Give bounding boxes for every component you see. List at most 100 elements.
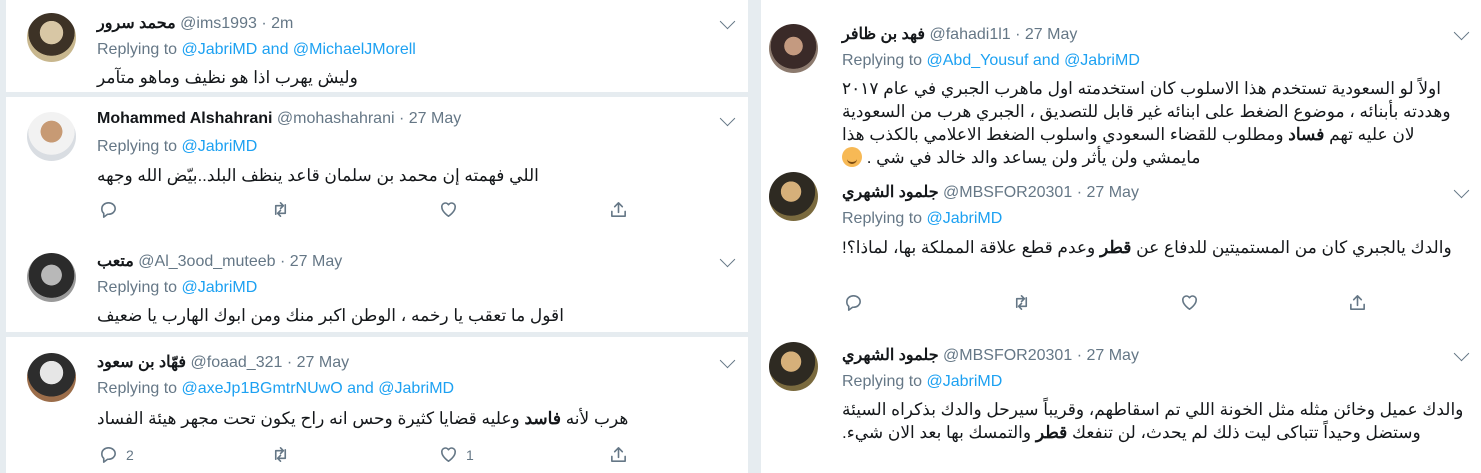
chevron-down-icon[interactable]	[1453, 182, 1470, 199]
replying-to-label: Replying to	[97, 138, 178, 155]
chevron-down-icon[interactable]	[719, 110, 736, 127]
retweet-action[interactable]	[271, 200, 290, 219]
tweet-card[interactable]: فهّاد بن سعود @foaad_321 · 27 May Replyi…	[6, 337, 748, 473]
chevron-down-icon[interactable]	[719, 352, 736, 369]
mention-link[interactable]: @Abd_Yousuf	[927, 52, 1029, 69]
tweet-card[interactable]: محمد سرور @ims1993 · 2m Replying to @Jab…	[6, 0, 748, 92]
replying-to: Replying to @JabriMD	[842, 210, 1002, 228]
tweet-header: Mohammed Alshahrani @mohashahrani · 27 M…	[97, 110, 461, 128]
text-segment: وعدم قطع علاقة المملكة بها، لماذا؟!	[842, 238, 1100, 257]
display-name[interactable]: فهّاد بن سعود	[97, 354, 186, 371]
tweet-card[interactable]: جلمود الشهري @MBSFOR20301 · 27 May Reply…	[761, 172, 1481, 328]
tweet-actions: 2 1	[97, 445, 657, 467]
dot-separator: ·	[1015, 26, 1021, 43]
chevron-down-icon[interactable]	[1453, 345, 1470, 362]
display-name[interactable]: محمد سرور	[97, 15, 176, 32]
timestamp[interactable]: 27 May	[1086, 347, 1138, 364]
text-bold-segment: قطر	[1099, 238, 1132, 257]
smiling-face-emoji-icon	[842, 147, 862, 167]
tweet-card[interactable]: متعب @Al_3ood_muteeb · 27 May Replying t…	[6, 240, 748, 332]
mention-link[interactable]: @JabriMD	[927, 373, 1003, 390]
handle[interactable]: @ims1993	[180, 15, 257, 32]
tweet-text: اقول ما تعقب يا رخمه ، الوطن اكبر منك وم…	[97, 306, 564, 325]
mention-link[interactable]: @JabriMD	[182, 279, 258, 296]
like-action[interactable]	[1180, 293, 1199, 312]
avatar[interactable]	[27, 353, 76, 402]
tweet-card[interactable]: جلمود الشهري @MBSFOR20301 · 27 May Reply…	[761, 333, 1481, 473]
display-name[interactable]: متعب	[97, 253, 134, 270]
dot-separator: ·	[279, 253, 286, 270]
left-column: محمد سرور @ims1993 · 2m Replying to @Jab…	[6, 0, 748, 473]
dot-separator: ·	[261, 15, 267, 32]
tweet-actions	[844, 293, 1384, 315]
mention-link[interactable]: @JabriMD	[927, 210, 1003, 227]
mention-link[interactable]: @JabriMD	[182, 41, 258, 58]
display-name[interactable]: جلمود الشهري	[842, 184, 939, 201]
replying-to-label: Replying to	[97, 380, 178, 397]
display-name[interactable]: فهد بن ظافر	[842, 26, 925, 43]
heart-icon	[441, 447, 456, 462]
and-word: and	[347, 380, 374, 397]
replying-to: Replying to @JabriMD	[842, 373, 1002, 391]
retweet-icon	[274, 202, 287, 217]
replying-to-label: Replying to	[842, 210, 923, 227]
replying-to-label: Replying to	[842, 52, 923, 69]
like-action[interactable]: 1	[439, 445, 474, 464]
tweet-card[interactable]: فهد بن ظافر @fahadi1l1 · 27 May Replying…	[761, 0, 1481, 168]
replying-to: Replying to @JabriMD	[97, 279, 257, 297]
dot-separator: ·	[286, 354, 293, 371]
handle[interactable]: @MBSFOR20301	[943, 347, 1072, 364]
display-name[interactable]: جلمود الشهري	[842, 347, 939, 364]
tweet-text: وليش يهرب اذا هو نظيف وماهو متآمر	[97, 68, 358, 87]
retweet-action[interactable]	[271, 445, 290, 464]
dot-separator: ·	[398, 110, 405, 127]
display-name[interactable]: Mohammed Alshahrani	[97, 110, 272, 127]
avatar[interactable]	[769, 172, 818, 221]
replying-to-label: Replying to	[842, 373, 923, 390]
and-word: and	[261, 41, 289, 58]
avatar[interactable]	[27, 112, 76, 161]
share-action[interactable]	[1348, 293, 1367, 312]
handle[interactable]: @Al_3ood_muteeb	[138, 253, 275, 270]
mention-link[interactable]: @MichaelJMorell	[293, 41, 416, 58]
avatar[interactable]	[769, 342, 818, 391]
mention-link[interactable]: @axeJp1BGmtrNUwO	[182, 380, 343, 397]
timestamp[interactable]: 27 May	[290, 253, 342, 270]
replying-to: Replying to @JabriMD and @MichaelJMorell	[97, 41, 416, 59]
chevron-down-icon[interactable]	[1453, 24, 1470, 41]
dot-separator: ·	[1076, 184, 1083, 201]
replying-to-label: Replying to	[97, 279, 178, 296]
mention-link[interactable]: @JabriMD	[378, 380, 454, 397]
share-action[interactable]	[609, 445, 628, 464]
timestamp[interactable]: 27 May	[297, 354, 349, 371]
chevron-down-icon[interactable]	[719, 13, 736, 30]
mention-link[interactable]: @JabriMD	[1064, 52, 1140, 69]
timestamp[interactable]: 2m	[271, 15, 293, 32]
handle[interactable]: @mohashahrani	[277, 110, 395, 127]
handle[interactable]: @foaad_321	[191, 354, 283, 371]
handle[interactable]: @fahadi1l1	[929, 26, 1010, 43]
share-icon	[611, 447, 626, 462]
avatar[interactable]	[27, 253, 76, 302]
like-count: 1	[466, 446, 474, 463]
text-segment: والدك يالجبري كان من المستميتين للدفاع ع…	[1131, 238, 1452, 257]
avatar[interactable]	[27, 13, 76, 62]
reply-icon	[101, 202, 116, 218]
timestamp[interactable]: 27 May	[1025, 26, 1077, 43]
timestamp[interactable]: 27 May	[409, 110, 461, 127]
reply-action[interactable]: 2	[99, 445, 134, 464]
chevron-down-icon[interactable]	[719, 251, 736, 268]
mention-link[interactable]: @JabriMD	[182, 138, 258, 155]
share-icon	[611, 202, 626, 217]
tweet-header: متعب @Al_3ood_muteeb · 27 May	[97, 251, 342, 271]
avatar[interactable]	[769, 24, 818, 73]
like-action[interactable]	[439, 200, 458, 219]
timestamp[interactable]: 27 May	[1086, 184, 1138, 201]
reply-action[interactable]	[99, 200, 118, 219]
reply-action[interactable]	[844, 293, 863, 312]
tweet-text: هرب لأنه فاسد وعليه قضايا كثيرة وحس انه …	[97, 407, 733, 430]
share-action[interactable]	[609, 200, 628, 219]
text-segment: والتمسك بها بعد الان شيء.	[842, 423, 1036, 442]
handle[interactable]: @MBSFOR20301	[943, 184, 1072, 201]
retweet-action[interactable]	[1012, 293, 1031, 312]
